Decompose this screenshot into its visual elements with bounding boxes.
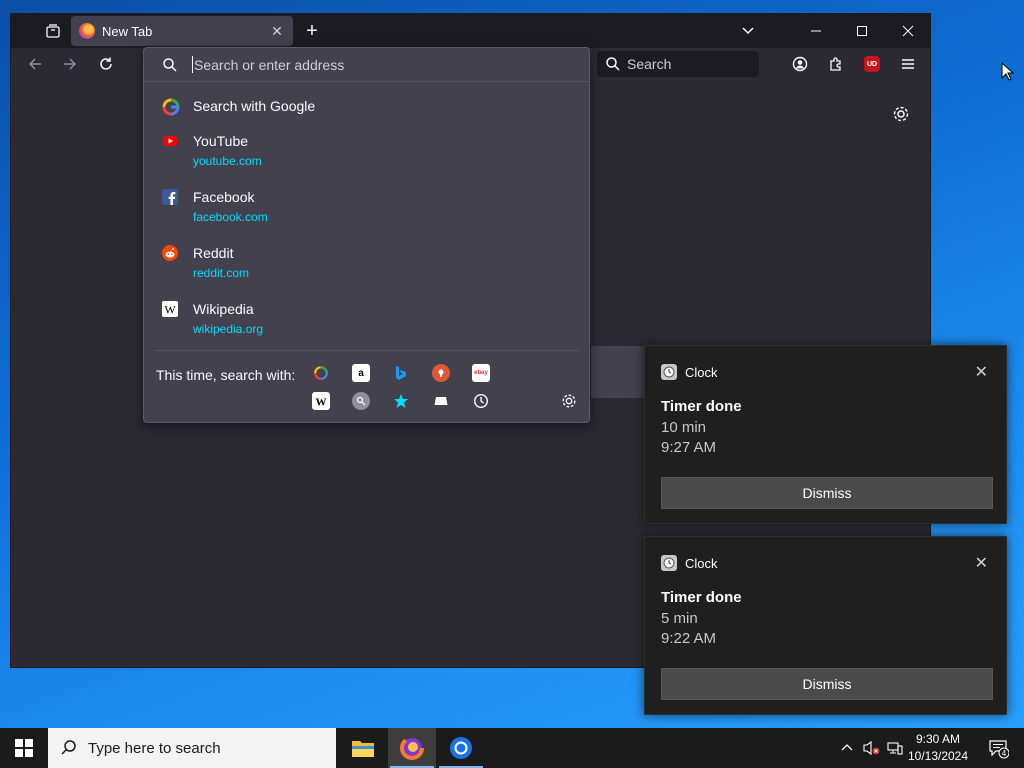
svg-text:W: W [316,397,327,409]
dismiss-button[interactable]: Dismiss [661,668,993,700]
suggestion-facebook[interactable]: Facebook facebook.com [144,184,589,240]
notification-toast: Clock ✕ Timer done 5 min 9:22 AM Dismiss [644,536,1007,715]
maximize-icon[interactable] [847,14,877,48]
volume-muted-icon[interactable] [860,728,882,768]
text-caret [192,56,193,73]
clock-app-icon [661,364,677,380]
close-icon[interactable]: ✕ [975,553,988,573]
account-icon[interactable] [786,48,814,80]
close-icon[interactable]: ✕ [975,362,988,382]
svg-text:W: W [164,303,176,317]
search-engine-icon[interactable] [352,392,370,410]
suggestion-url: youtube.com [193,154,262,168]
youtube-icon [162,133,178,149]
suggestion-url: reddit.com [193,266,250,280]
notification-heading: Timer done [661,398,742,415]
notification-app-name: Clock [685,364,718,380]
notification-time: 9:27 AM [661,439,717,456]
search-bar[interactable]: Search [597,51,759,77]
suggestion-title: Reddit [193,245,234,261]
dismiss-button[interactable]: Dismiss [661,477,993,509]
taskbar: Type here to search 9:30 AM 10/13/2024 4 [0,728,1024,768]
notification-heading: Timer done [661,589,742,606]
suggestion-wikipedia[interactable]: W Wikipedia wikipedia.org [144,296,589,352]
list-all-tabs-icon[interactable] [41,14,65,48]
suggestion-url: wikipedia.org [193,322,264,336]
notification-app: Clock [661,555,718,571]
bookmarks-star-icon[interactable] [392,392,410,410]
clock-date: 10/13/2024 [907,749,969,763]
this-time-search-label: This time, search with: [156,367,296,383]
extensions-icon[interactable] [822,48,850,80]
suggestion-youtube[interactable]: YouTube youtube.com [144,128,589,184]
close-tab-icon[interactable]: ✕ [267,23,287,40]
search-bar-placeholder: Search [627,56,672,72]
search-icon [606,57,620,71]
chromium-taskbar-icon[interactable] [437,728,485,768]
duckduckgo-engine-icon[interactable] [432,364,450,382]
menu-icon[interactable] [894,48,922,80]
google-icon [162,98,180,116]
search-icon [163,57,177,72]
suggestion-title: Search with Google [193,98,316,114]
chevron-down-icon[interactable] [735,14,761,48]
suggestion-google[interactable]: Search with Google [144,90,589,128]
chevron-up-icon[interactable] [836,728,858,768]
tab-bar: New Tab ✕ + [11,14,930,48]
tabs-icon[interactable] [432,392,450,410]
taskbar-clock[interactable]: 9:30 AM 10/13/2024 [902,731,974,765]
ublock-origin-icon[interactable]: UD [858,48,886,80]
history-clock-icon[interactable] [472,392,490,410]
tab-new-tab[interactable]: New Tab ✕ [71,16,293,46]
forward-icon[interactable] [56,48,84,80]
suggestion-title: YouTube [193,133,249,149]
clock-time: 9:30 AM [915,732,961,746]
notification-app-name: Clock [685,555,718,571]
search-icon [61,740,76,755]
reddit-icon [162,245,178,261]
reload-icon[interactable] [92,48,120,80]
wikipedia-icon: W [162,301,178,317]
taskbar-search-box[interactable]: Type here to search [48,728,336,768]
notification-duration: 5 min [661,610,698,627]
suggestion-list: Search with Google YouTube youtube.com F… [144,90,589,352]
facebook-icon [162,189,178,205]
suggestion-reddit[interactable]: Reddit reddit.com [144,240,589,296]
ebay-engine-icon[interactable]: ebay [472,364,490,382]
bing-engine-icon[interactable] [392,364,410,382]
firefox-taskbar-icon[interactable] [388,728,436,768]
start-button[interactable] [0,728,48,768]
firefox-icon [79,23,95,39]
close-window-icon[interactable] [893,14,923,48]
suggestion-url: facebook.com [193,210,268,224]
svg-text:4: 4 [1002,749,1007,758]
suggestion-title: Wikipedia [193,301,254,317]
amazon-engine-icon[interactable]: a [352,364,370,382]
newtab-settings-gear-icon[interactable] [891,104,911,124]
clock-app-icon [661,555,677,571]
notification-app: Clock [661,364,718,380]
google-engine-icon[interactable] [312,364,330,382]
back-icon[interactable] [21,48,49,80]
search-settings-gear-icon[interactable] [560,392,578,410]
wikipedia-engine-icon[interactable]: W [312,392,330,410]
suggestion-title: Facebook [193,189,255,205]
file-explorer-icon[interactable] [339,728,387,768]
notification-duration: 10 min [661,419,707,436]
notification-toast: Clock ✕ Timer done 10 min 9:27 AM Dismis… [644,345,1007,524]
tab-title: New Tab [102,23,153,39]
address-bar-input[interactable]: Search or enter address [144,48,589,82]
windows-logo-icon [15,739,33,757]
notification-time: 9:22 AM [661,630,717,647]
action-center-icon[interactable]: 4 [978,728,1018,768]
urlbar-dropdown: Search or enter address Search with Goog… [143,47,590,423]
taskbar-search-placeholder: Type here to search [88,739,221,757]
divider [154,350,579,351]
new-tab-icon[interactable]: + [299,14,325,48]
mouse-cursor [1001,61,1015,87]
address-bar-placeholder: Search or enter address [194,56,345,73]
minimize-icon[interactable] [801,14,831,48]
